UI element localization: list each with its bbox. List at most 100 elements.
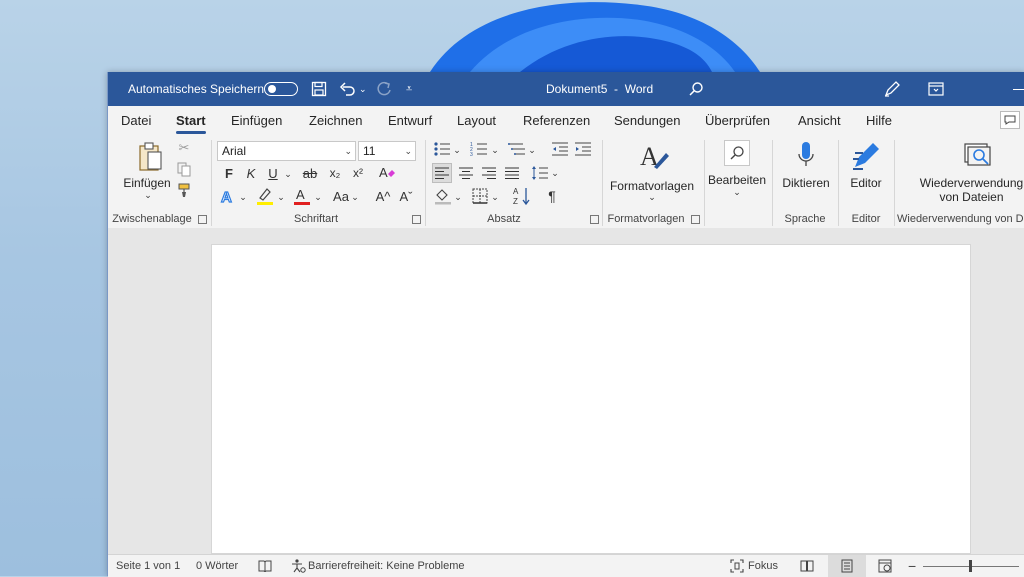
multilevel-list-icon[interactable] (508, 140, 526, 158)
find-icon[interactable] (724, 140, 750, 166)
font-color-icon[interactable]: A (293, 186, 311, 206)
styles-dropdown-icon[interactable]: ⌄ (646, 192, 658, 202)
styles-icon[interactable]: A (637, 140, 671, 174)
increase-indent-icon[interactable] (574, 140, 592, 158)
strikethrough-button[interactable]: ab (301, 164, 319, 182)
focus-mode-button[interactable]: Fokus (748, 555, 778, 577)
font-launcher-icon[interactable] (412, 215, 421, 224)
editing-button[interactable]: Bearbeiten (706, 173, 768, 187)
styles-launcher-icon[interactable] (691, 215, 700, 224)
decrease-indent-icon[interactable] (551, 140, 569, 158)
bullets-icon[interactable] (433, 140, 451, 158)
italic-button[interactable]: K (244, 164, 258, 182)
paragraph-launcher-icon[interactable] (590, 215, 599, 224)
tab-datei[interactable]: Datei (121, 106, 151, 134)
copy-icon[interactable] (176, 161, 192, 177)
clear-formatting-icon[interactable]: A (378, 164, 396, 182)
accessibility-icon[interactable] (291, 555, 306, 577)
cut-icon[interactable]: ✂ (176, 140, 192, 156)
dictate-button[interactable]: Diktieren (778, 176, 834, 190)
bullets-dropdown-icon[interactable]: ⌄ (452, 142, 462, 158)
borders-dropdown-icon[interactable]: ⌄ (490, 189, 500, 205)
align-right-icon[interactable] (479, 163, 499, 183)
ribbon-display-options-icon[interactable] (928, 72, 944, 106)
justify-icon[interactable] (502, 163, 522, 183)
format-painter-icon[interactable] (176, 182, 192, 198)
bold-button[interactable]: F (222, 164, 236, 182)
undo-icon[interactable] (339, 72, 357, 106)
sort-icon[interactable]: AZ (513, 186, 531, 206)
shading-icon[interactable] (434, 187, 452, 205)
reuse-files-icon[interactable] (963, 142, 993, 168)
minimize-icon[interactable] (1013, 72, 1024, 106)
subscript-button[interactable]: x₂ (327, 164, 343, 182)
grow-font-button[interactable]: A^ (374, 187, 392, 205)
zoom-out-icon[interactable]: − (908, 555, 916, 577)
tab-entwurf[interactable]: Entwurf (388, 106, 432, 134)
editor-button[interactable]: Editor (842, 176, 890, 190)
editor-icon[interactable] (850, 140, 882, 172)
read-aloud-book-icon[interactable] (258, 555, 272, 577)
tab-sendungen[interactable]: Sendungen (614, 106, 681, 134)
document-page[interactable] (211, 244, 971, 554)
font-size-dropdown-icon[interactable]: ⌄ (404, 142, 412, 160)
tab-ansicht[interactable]: Ansicht (798, 106, 841, 134)
autosave-toggle[interactable] (264, 72, 298, 106)
align-left-icon[interactable] (432, 163, 452, 183)
redo-icon[interactable] (376, 72, 392, 106)
tab-hilfe[interactable]: Hilfe (866, 106, 892, 134)
font-name-field[interactable]: Arial ⌄ (217, 141, 356, 161)
paste-button[interactable]: Einfügen (122, 176, 172, 190)
reuse-files-button[interactable]: Wiederverwendung von Dateien (918, 176, 1024, 204)
shrink-font-button[interactable]: Aˇ (397, 187, 415, 205)
font-size-field[interactable]: 11 ⌄ (358, 141, 416, 161)
search-icon[interactable] (688, 72, 704, 106)
page-count[interactable]: Seite 1 von 1 (116, 555, 180, 577)
accessibility-status[interactable]: Barrierefreiheit: Keine Probleme (308, 555, 465, 577)
clipboard-launcher-icon[interactable] (198, 215, 207, 224)
comments-icon[interactable] (1000, 106, 1020, 134)
word-count[interactable]: 0 Wörter (196, 555, 238, 577)
focus-icon[interactable] (730, 555, 744, 577)
read-mode-icon[interactable] (800, 555, 814, 577)
save-icon[interactable] (311, 72, 327, 106)
numbering-icon[interactable]: 123 (470, 140, 488, 158)
font-name-dropdown-icon[interactable]: ⌄ (344, 142, 352, 160)
tab-einfuegen[interactable]: Einfügen (231, 106, 282, 134)
undo-dropdown-icon[interactable]: ⌄ (359, 72, 367, 106)
highlight-color-icon[interactable] (256, 186, 274, 206)
font-color-dropdown-icon[interactable]: ⌄ (313, 189, 323, 205)
multilevel-dropdown-icon[interactable]: ⌄ (527, 142, 537, 158)
tab-layout[interactable]: Layout (457, 106, 496, 134)
borders-icon[interactable] (471, 187, 489, 205)
line-spacing-icon[interactable] (531, 163, 549, 183)
tab-ueberpruefen[interactable]: Überprüfen (705, 106, 770, 134)
paste-dropdown-icon[interactable]: ⌄ (142, 190, 154, 200)
editing-dropdown-icon[interactable]: ⌄ (731, 187, 743, 197)
text-effects-icon[interactable]: A (220, 187, 236, 205)
align-center-icon[interactable] (456, 163, 476, 183)
tab-start[interactable]: Start (176, 106, 206, 134)
zoom-slider[interactable] (923, 555, 1019, 577)
tab-zeichnen[interactable]: Zeichnen (309, 106, 362, 134)
shading-dropdown-icon[interactable]: ⌄ (453, 189, 463, 205)
highlight-dropdown-icon[interactable]: ⌄ (276, 189, 286, 205)
numbering-dropdown-icon[interactable]: ⌄ (490, 142, 500, 158)
text-effects-dropdown-icon[interactable]: ⌄ (238, 189, 248, 205)
show-formatting-marks-button[interactable]: ¶ (544, 187, 560, 205)
underline-button[interactable]: U (266, 164, 280, 182)
change-case-button[interactable]: Aa (330, 187, 352, 205)
microphone-icon[interactable] (796, 140, 816, 172)
paste-icon[interactable] (136, 140, 164, 174)
clipboard-group-label: Zwischenablage (112, 213, 192, 225)
print-layout-icon[interactable] (828, 555, 866, 577)
svg-text:Z: Z (513, 197, 518, 206)
underline-dropdown-icon[interactable]: ⌄ (283, 166, 293, 182)
tab-referenzen[interactable]: Referenzen (523, 106, 590, 134)
change-case-dropdown-icon[interactable]: ⌄ (350, 189, 360, 205)
customize-toolbar-icon[interactable]: ⩡ (406, 72, 412, 106)
line-spacing-dropdown-icon[interactable]: ⌄ (550, 165, 560, 181)
designer-pen-icon[interactable] (883, 72, 901, 106)
web-layout-icon[interactable] (878, 555, 892, 577)
superscript-button[interactable]: x² (350, 164, 366, 182)
